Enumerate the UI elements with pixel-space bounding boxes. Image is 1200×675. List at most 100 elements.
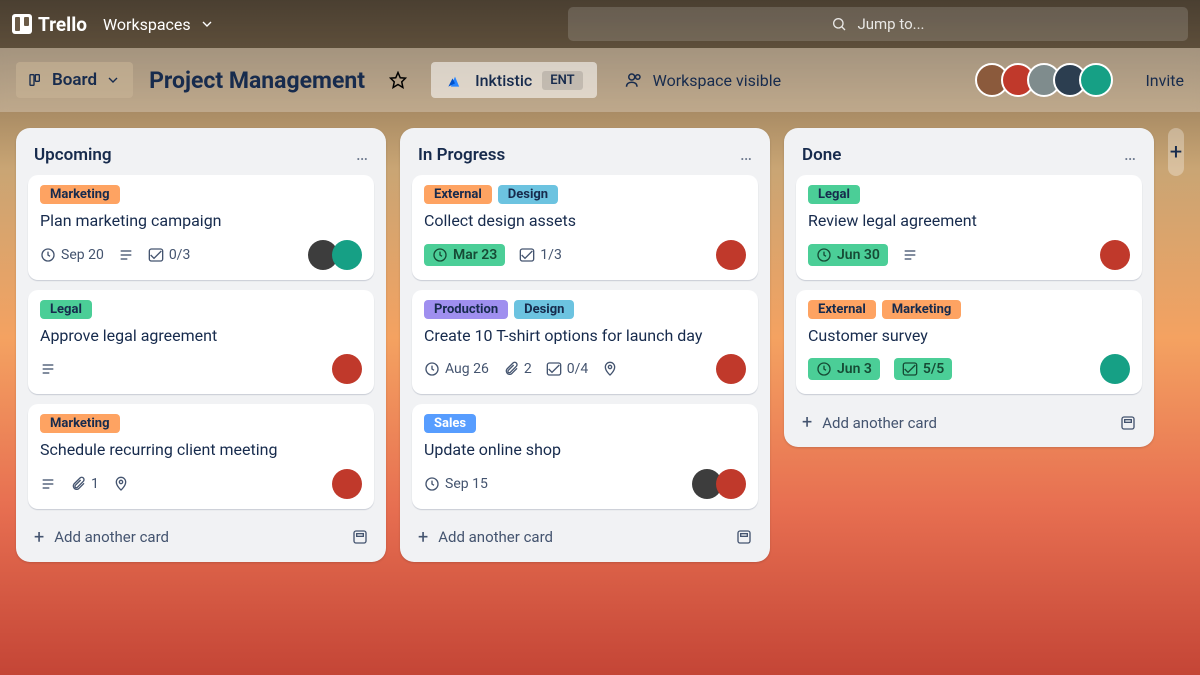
add-card-label: Add another card xyxy=(54,528,169,546)
list-menu-button[interactable]: … xyxy=(1124,144,1136,165)
invite-button[interactable]: Invite xyxy=(1129,63,1184,98)
member-avatar[interactable] xyxy=(716,240,746,270)
member-avatar[interactable] xyxy=(332,354,362,384)
card[interactable]: Legal Review legal agreement Jun 30 xyxy=(796,175,1142,280)
card-title: Collect design assets xyxy=(424,210,746,232)
search-input[interactable]: Jump to... xyxy=(568,7,1188,41)
list-title[interactable]: In Progress xyxy=(418,145,740,165)
description-badge xyxy=(118,247,134,263)
card[interactable]: ExternalMarketingCustomer surveyJun 35/5 xyxy=(796,290,1142,395)
card-footer: 1 xyxy=(40,469,362,499)
due-date-badge[interactable]: Jun 30 xyxy=(808,244,888,266)
add-card-label: Add another card xyxy=(438,528,553,546)
trello-logo[interactable]: Trello xyxy=(12,13,87,36)
card-template-button[interactable] xyxy=(1120,415,1136,431)
card[interactable]: LegalApprove legal agreement xyxy=(28,290,374,395)
checklist-badge: 0/4 xyxy=(546,361,589,377)
add-card-button[interactable]: + Add another card xyxy=(412,519,758,550)
card-label[interactable]: External xyxy=(808,300,876,319)
topbar: Trello Workspaces Jump to... xyxy=(0,0,1200,48)
plus-icon: + xyxy=(802,412,812,433)
card-label[interactable]: Marketing xyxy=(40,185,120,204)
due-date-badge[interactable]: Jun 3 xyxy=(808,358,880,380)
view-switcher[interactable]: Board xyxy=(16,62,133,98)
card-members[interactable] xyxy=(722,240,746,270)
add-card-button[interactable]: + Add another card xyxy=(28,519,374,550)
plus-icon: + xyxy=(34,527,44,548)
card[interactable]: MarketingSchedule recurring client meeti… xyxy=(28,404,374,509)
card-label[interactable]: Design xyxy=(514,300,574,319)
attachment-badge: 2 xyxy=(503,361,532,377)
list-menu-button[interactable]: … xyxy=(356,144,368,165)
card-members[interactable] xyxy=(722,354,746,384)
list-title[interactable]: Done xyxy=(802,145,1124,165)
due-date-badge[interactable]: Sep 20 xyxy=(40,247,104,263)
member-avatar[interactable] xyxy=(1100,240,1130,270)
add-card-button[interactable]: + Add another card xyxy=(796,404,1142,435)
card-label[interactable]: Production xyxy=(424,300,508,319)
workspace-chip[interactable]: Inktistic ENT xyxy=(431,62,597,98)
member-avatar[interactable] xyxy=(716,354,746,384)
workspaces-dropdown[interactable]: Workspaces xyxy=(103,15,215,34)
card-label[interactable]: Sales xyxy=(424,414,476,433)
description-badge xyxy=(902,247,918,263)
due-date-badge[interactable]: Aug 26 xyxy=(424,361,489,377)
card-footer: Jun 30 xyxy=(808,240,1130,270)
due-date-badge[interactable]: Sep 15 xyxy=(424,476,488,492)
template-icon xyxy=(352,529,368,545)
description-badge xyxy=(40,361,56,377)
description-icon xyxy=(902,247,918,263)
card-footer: Sep 15 xyxy=(424,469,746,499)
add-card-label: Add another card xyxy=(822,414,937,432)
card-members[interactable] xyxy=(1106,354,1130,384)
plus-icon: + xyxy=(418,527,428,548)
card-title: Review legal agreement xyxy=(808,210,1130,232)
description-icon xyxy=(118,247,134,263)
card-footer: Mar 231/3 xyxy=(424,240,746,270)
due-date-badge[interactable]: Mar 23 xyxy=(424,244,505,266)
card-label[interactable]: External xyxy=(424,185,492,204)
visibility-button[interactable]: Workspace visible xyxy=(613,63,794,98)
board-members[interactable] xyxy=(983,63,1113,97)
card-footer: Sep 200/3 xyxy=(40,240,362,270)
list-title[interactable]: Upcoming xyxy=(34,145,356,165)
card-template-button[interactable] xyxy=(736,529,752,545)
card-label[interactable]: Legal xyxy=(808,185,860,204)
card-label[interactable]: Marketing xyxy=(882,300,962,319)
card-label[interactable]: Legal xyxy=(40,300,92,319)
card-members[interactable] xyxy=(314,240,362,270)
card-members[interactable] xyxy=(338,469,362,499)
card[interactable]: Sales Update online shop Sep 15 xyxy=(412,404,758,509)
checklist-badge: 5/5 xyxy=(894,358,952,380)
chevron-down-icon xyxy=(105,72,121,88)
card[interactable]: External Design Collect design assets Mar 2… xyxy=(412,175,758,280)
card-members[interactable] xyxy=(698,469,746,499)
member-avatar[interactable] xyxy=(332,469,362,499)
card[interactable]: MarketingPlan marketing campaignSep 200/… xyxy=(28,175,374,280)
template-icon xyxy=(1120,415,1136,431)
paperclip-icon xyxy=(503,361,519,377)
card-title: Update online shop xyxy=(424,439,746,461)
card-members[interactable] xyxy=(338,354,362,384)
description-icon xyxy=(40,361,56,377)
card-members[interactable] xyxy=(1106,240,1130,270)
search-icon xyxy=(831,16,847,32)
member-avatar[interactable] xyxy=(716,469,746,499)
add-list-button[interactable]: + xyxy=(1168,128,1184,176)
card-footer: Jun 3 5/5 xyxy=(808,354,1130,384)
card-label[interactable]: Marketing xyxy=(40,414,120,433)
attachment-badge: 1 xyxy=(70,476,99,492)
member-avatar[interactable] xyxy=(1079,63,1113,97)
list-menu-button[interactable]: … xyxy=(740,144,752,165)
location-icon xyxy=(602,361,618,377)
member-avatar[interactable] xyxy=(1100,354,1130,384)
location-badge xyxy=(113,476,129,492)
board-canvas: Upcoming…MarketingPlan marketing campaig… xyxy=(0,112,1200,675)
card-template-button[interactable] xyxy=(352,529,368,545)
card-label[interactable]: Design xyxy=(498,185,558,204)
member-avatar[interactable] xyxy=(332,240,362,270)
card[interactable]: ProductionDesignCreate 10 T-shirt option… xyxy=(412,290,758,395)
checklist-icon xyxy=(902,361,918,377)
star-button[interactable] xyxy=(381,63,415,97)
board-title[interactable]: Project Management xyxy=(149,67,365,94)
